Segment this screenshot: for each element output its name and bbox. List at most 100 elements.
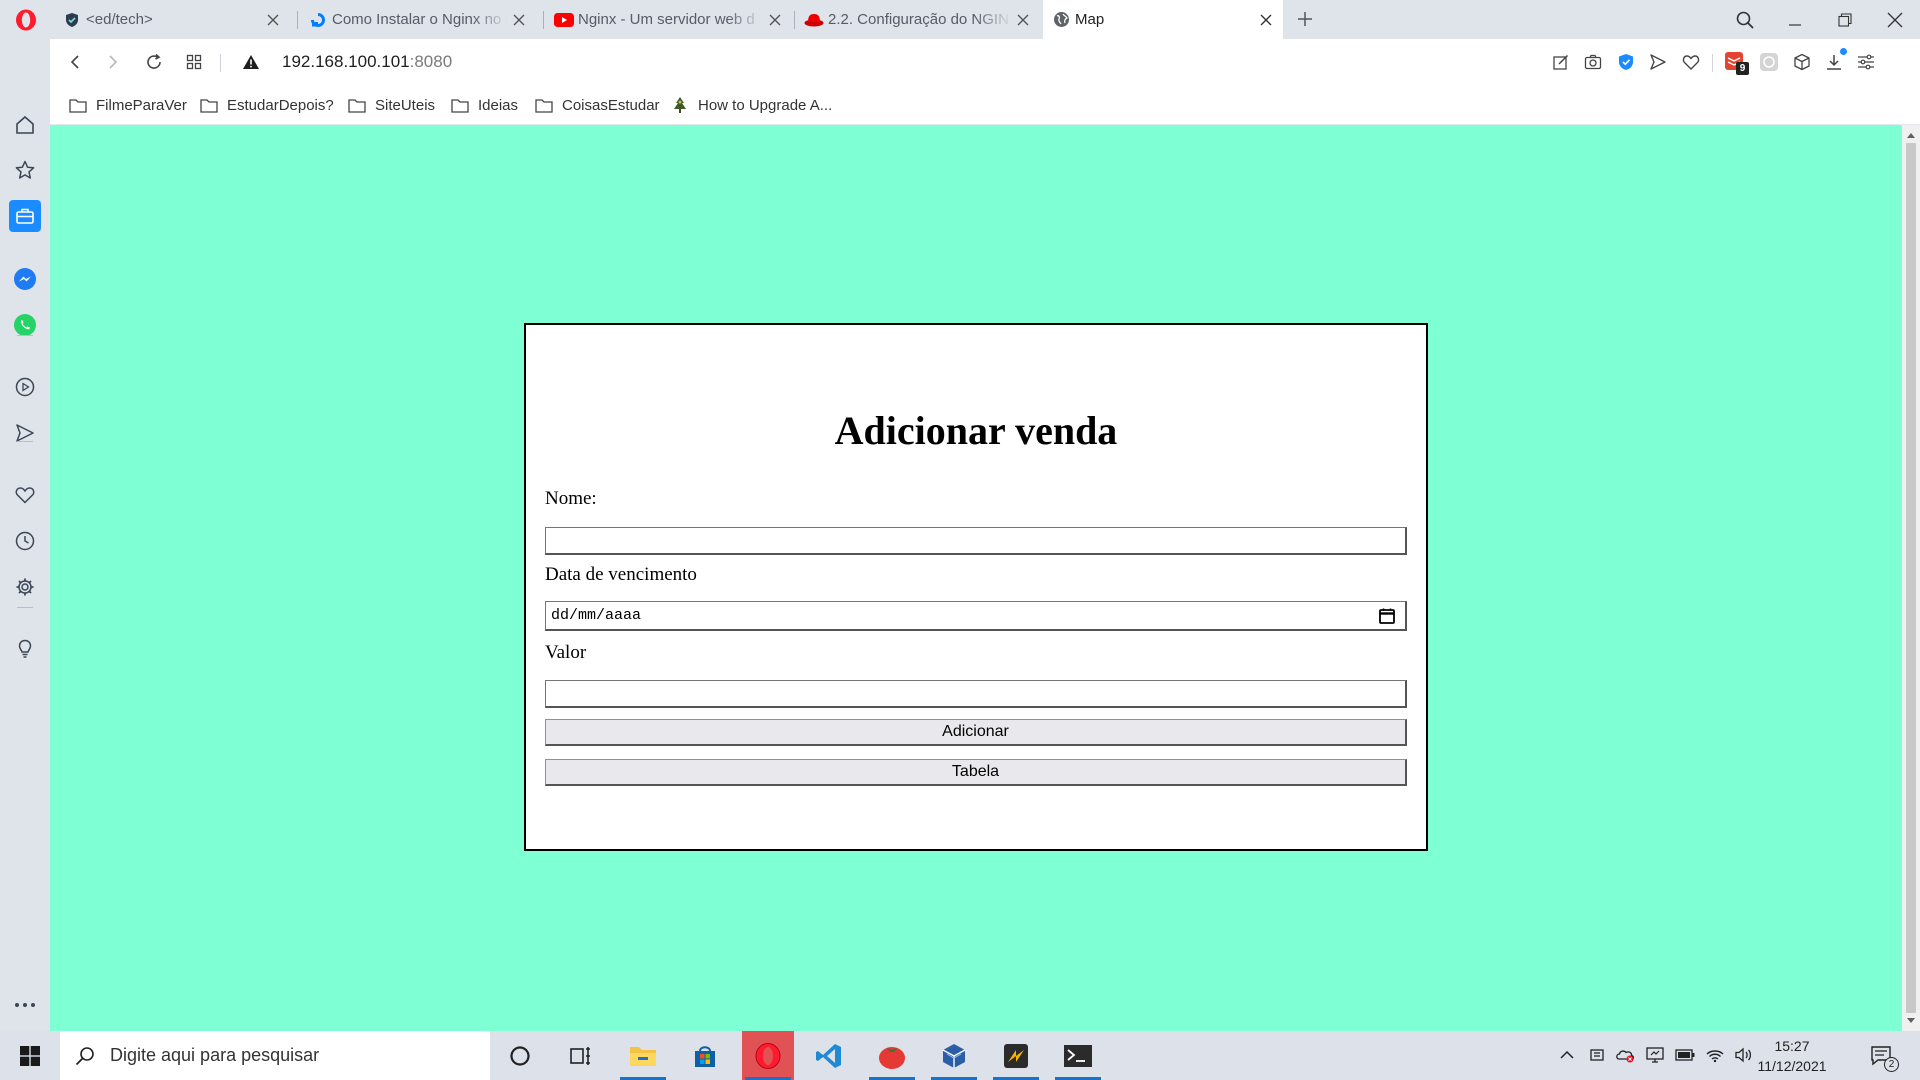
- tab-map[interactable]: Map: [1043, 0, 1283, 39]
- flow-send-icon[interactable]: [9, 417, 41, 449]
- toolbar-divider: [220, 54, 221, 72]
- easy-setup-edit-icon[interactable]: [1548, 49, 1574, 75]
- downloads-icon[interactable]: [1821, 48, 1847, 75]
- address-url[interactable]: 192.168.100.101:8080: [282, 52, 452, 72]
- scroll-thumb[interactable]: [1906, 143, 1916, 1013]
- close-icon[interactable]: [764, 9, 786, 31]
- address-toolbar: 192.168.100.101:8080 9: [50, 39, 1920, 86]
- tiles-grid-icon[interactable]: [179, 47, 209, 77]
- whatsapp-icon[interactable]: [9, 309, 41, 341]
- new-tab-plus-icon[interactable]: [1292, 6, 1318, 32]
- close-icon[interactable]: [262, 9, 284, 31]
- tabela-button[interactable]: Tabela: [545, 759, 1407, 786]
- cortana-circle-icon[interactable]: [494, 1031, 546, 1080]
- show-hidden-icons-chevron-icon[interactable]: [1556, 1043, 1578, 1067]
- tab-edtech[interactable]: <ed/tech>: [54, 0, 290, 39]
- tab-youtube[interactable]: Nginx - Um servidor web d: [546, 0, 792, 39]
- vpn-shield-icon[interactable]: [1613, 49, 1639, 75]
- sidebar-divider: [17, 607, 33, 608]
- tab-separator: [543, 11, 544, 29]
- date-placeholder: dd/mm/aaaa: [551, 607, 642, 624]
- back-arrow-icon[interactable]: [60, 47, 90, 77]
- more-dots-icon[interactable]: [9, 989, 41, 1021]
- bookmark-how-to-upgrade[interactable]: How to Upgrade A...: [670, 94, 832, 116]
- calendar-icon[interactable]: [1375, 604, 1399, 628]
- bookmark-heart-icon[interactable]: [1678, 49, 1704, 75]
- task-view-icon[interactable]: [555, 1031, 607, 1080]
- redhat-icon: [804, 10, 824, 30]
- scroll-up-arrow-icon[interactable]: [1902, 127, 1920, 143]
- toolbar-divider: [1712, 54, 1713, 72]
- close-window-icon[interactable]: [1872, 0, 1918, 39]
- folder-icon: [68, 95, 88, 115]
- extension-coin-icon[interactable]: [1756, 49, 1782, 75]
- send-to-flow-icon[interactable]: [1645, 49, 1671, 75]
- wifi-icon[interactable]: [1704, 1043, 1726, 1067]
- bookmarks-heart-icon[interactable]: [9, 479, 41, 511]
- tab-search-icon[interactable]: [1722, 0, 1768, 39]
- tray-app-icon[interactable]: [1586, 1043, 1608, 1067]
- nome-input[interactable]: [545, 527, 1407, 555]
- tips-lightbulb-icon[interactable]: [9, 633, 41, 665]
- close-icon[interactable]: [1012, 9, 1034, 31]
- data-vencimento-input[interactable]: dd/mm/aaaa: [545, 601, 1407, 631]
- page-scrollbar[interactable]: [1902, 125, 1920, 1031]
- settings-gear-icon[interactable]: [9, 571, 41, 603]
- bookmark-folder-estudardepois[interactable]: EstudarDepois?: [199, 94, 334, 116]
- not-secure-warning-icon[interactable]: [236, 47, 266, 77]
- player-icon[interactable]: [9, 371, 41, 403]
- bookmark-label: FilmeParaVer: [96, 96, 187, 114]
- snapshot-camera-icon[interactable]: [1580, 49, 1606, 75]
- folder-icon: [450, 95, 470, 115]
- bookmark-folder-ideias[interactable]: Ideias: [450, 94, 518, 116]
- file-explorer-icon[interactable]: [617, 1031, 669, 1080]
- restore-icon[interactable]: [1822, 0, 1868, 39]
- adicionar-button[interactable]: Adicionar: [545, 719, 1407, 746]
- microsoft-store-icon[interactable]: [679, 1031, 731, 1080]
- notification-center-icon[interactable]: 2: [1866, 1040, 1899, 1072]
- edtech-shield-icon: [62, 10, 82, 30]
- tab-redhat[interactable]: 2.2. Configuração do NGIN: [796, 0, 1040, 39]
- tomato-timer-icon[interactable]: [866, 1031, 918, 1080]
- history-clock-icon[interactable]: [9, 525, 41, 557]
- windows-start-icon[interactable]: [0, 1031, 60, 1080]
- tab-digitalocean[interactable]: Como Instalar o Nginx no U: [300, 0, 536, 39]
- page-title: Adicionar venda: [834, 408, 1118, 453]
- extension-todoist-icon[interactable]: 9: [1722, 49, 1749, 75]
- minimize-icon[interactable]: [1772, 0, 1818, 39]
- workspaces-briefcase-icon[interactable]: [9, 200, 41, 232]
- opera-logo-icon[interactable]: [0, 0, 51, 39]
- close-icon[interactable]: [508, 9, 530, 31]
- scroll-down-arrow-icon[interactable]: [1902, 1013, 1920, 1029]
- close-icon[interactable]: [1255, 9, 1277, 31]
- extensions-cube-icon[interactable]: [1789, 49, 1815, 75]
- valor-input[interactable]: [545, 680, 1407, 708]
- nome-label: Nome:: [545, 488, 597, 509]
- taskbar-search-box[interactable]: Digite aqui para pesquisar: [60, 1031, 490, 1080]
- tab-label: <ed/tech>: [86, 11, 153, 28]
- onedrive-error-icon[interactable]: [1614, 1043, 1636, 1067]
- taskbar-clock[interactable]: 15:27 11/12/2021: [1752, 1036, 1832, 1076]
- digitalocean-icon: [308, 10, 328, 30]
- vscode-icon[interactable]: [803, 1031, 855, 1080]
- bookmark-folder-filmeparaver[interactable]: FilmeParaVer: [68, 94, 187, 116]
- virtualbox-icon[interactable]: [928, 1031, 980, 1080]
- search-icon: [60, 1046, 110, 1066]
- bookmark-folder-coisasestudar[interactable]: CoisasEstudar: [534, 94, 660, 116]
- easy-setup-sliders-icon[interactable]: [1853, 49, 1879, 75]
- sublime-style-app-icon[interactable]: [990, 1031, 1042, 1080]
- speed-dial-star-icon[interactable]: [9, 154, 41, 186]
- forward-arrow-icon[interactable]: [98, 47, 128, 77]
- reload-icon[interactable]: [139, 47, 169, 77]
- opera-browser-icon[interactable]: [742, 1031, 794, 1080]
- tab-label: 2.2. Configuração do NGIN: [828, 11, 1009, 28]
- tray-monitor-icon[interactable]: [1644, 1043, 1666, 1067]
- home-icon[interactable]: [9, 109, 41, 141]
- bookmark-folder-siteuteis[interactable]: SiteUteis: [347, 94, 435, 116]
- windows-taskbar: Digite aqui para pesquisar 15:27 11/12/2…: [0, 1031, 1920, 1080]
- bookmark-label: EstudarDepois?: [227, 96, 334, 114]
- terminal-icon[interactable]: [1052, 1031, 1104, 1080]
- messenger-icon[interactable]: [9, 263, 41, 295]
- folder-icon: [534, 95, 554, 115]
- battery-icon[interactable]: [1674, 1043, 1696, 1067]
